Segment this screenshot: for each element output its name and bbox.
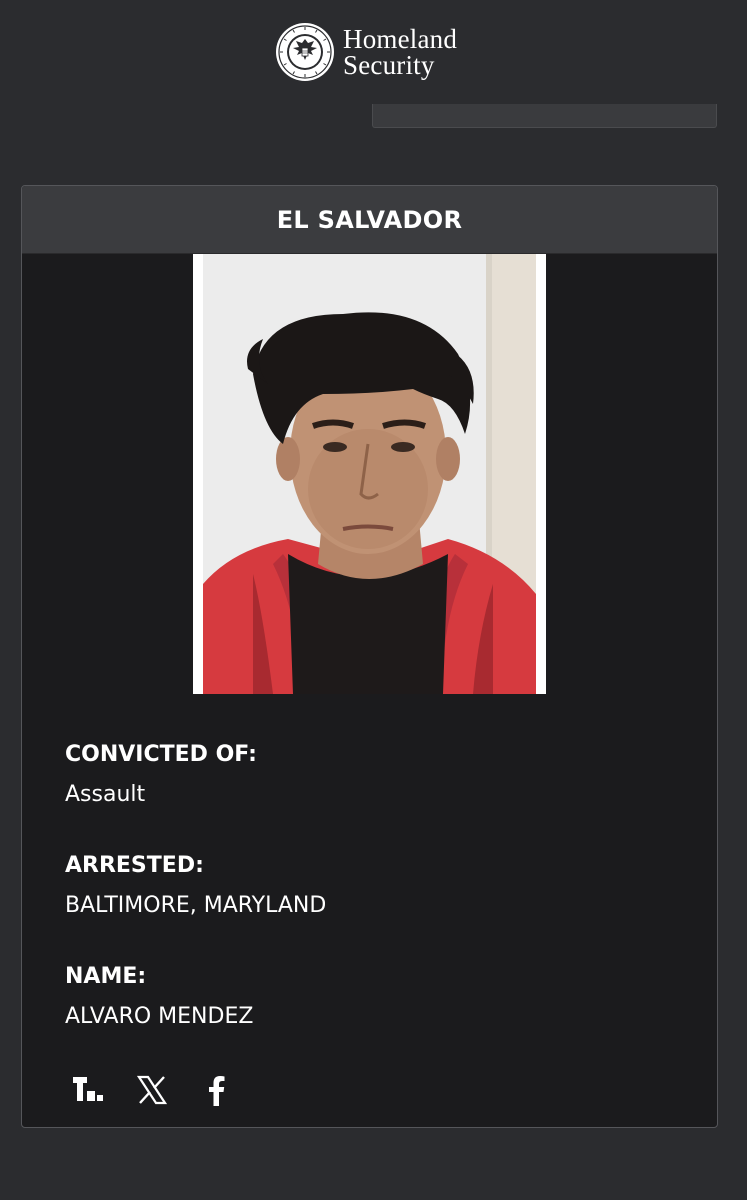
country-title: EL SALVADOR: [276, 205, 463, 234]
header-bar: [372, 104, 717, 128]
dhs-seal-icon: [276, 23, 334, 81]
field-convicted: CONVICTED OF: Assault: [65, 741, 326, 809]
facebook-icon[interactable]: [200, 1074, 232, 1106]
logo-line-1: Homeland: [343, 24, 458, 54]
x-icon[interactable]: [136, 1074, 168, 1106]
page: Homeland Security EL SALVADOR CONVICTED …: [0, 0, 747, 1200]
arrested-label: ARRESTED:: [65, 853, 204, 878]
dhs-logo[interactable]: Homeland Security: [275, 22, 457, 82]
share-bar: [72, 1074, 232, 1106]
card-header: EL SALVADOR: [22, 186, 717, 254]
info-section: CONVICTED OF: Assault ARRESTED: BALTIMOR…: [65, 741, 326, 1074]
truth-social-glyph: [73, 1077, 103, 1101]
x-glyph: [137, 1075, 167, 1105]
mugshot-image: [193, 254, 546, 694]
field-arrested: ARRESTED: BALTIMORE, MARYLAND: [65, 852, 326, 920]
logo-line-2: Security: [343, 50, 435, 80]
logo-text: Homeland Security: [343, 24, 458, 80]
facebook-glyph: [209, 1076, 225, 1106]
convicted-label: CONVICTED OF:: [65, 742, 257, 767]
field-name: NAME: ALVARO MENDEZ: [65, 963, 326, 1031]
truth-social-icon[interactable]: [72, 1074, 104, 1106]
name-label: NAME:: [65, 964, 147, 989]
mugshot-photo: [193, 254, 546, 694]
name-value: ALVARO MENDEZ: [65, 1004, 254, 1029]
convicted-value: Assault: [65, 782, 146, 807]
profile-card: EL SALVADOR CONVICTED OF: Assault ARREST…: [21, 185, 718, 1128]
arrested-value: BALTIMORE, MARYLAND: [65, 893, 327, 918]
